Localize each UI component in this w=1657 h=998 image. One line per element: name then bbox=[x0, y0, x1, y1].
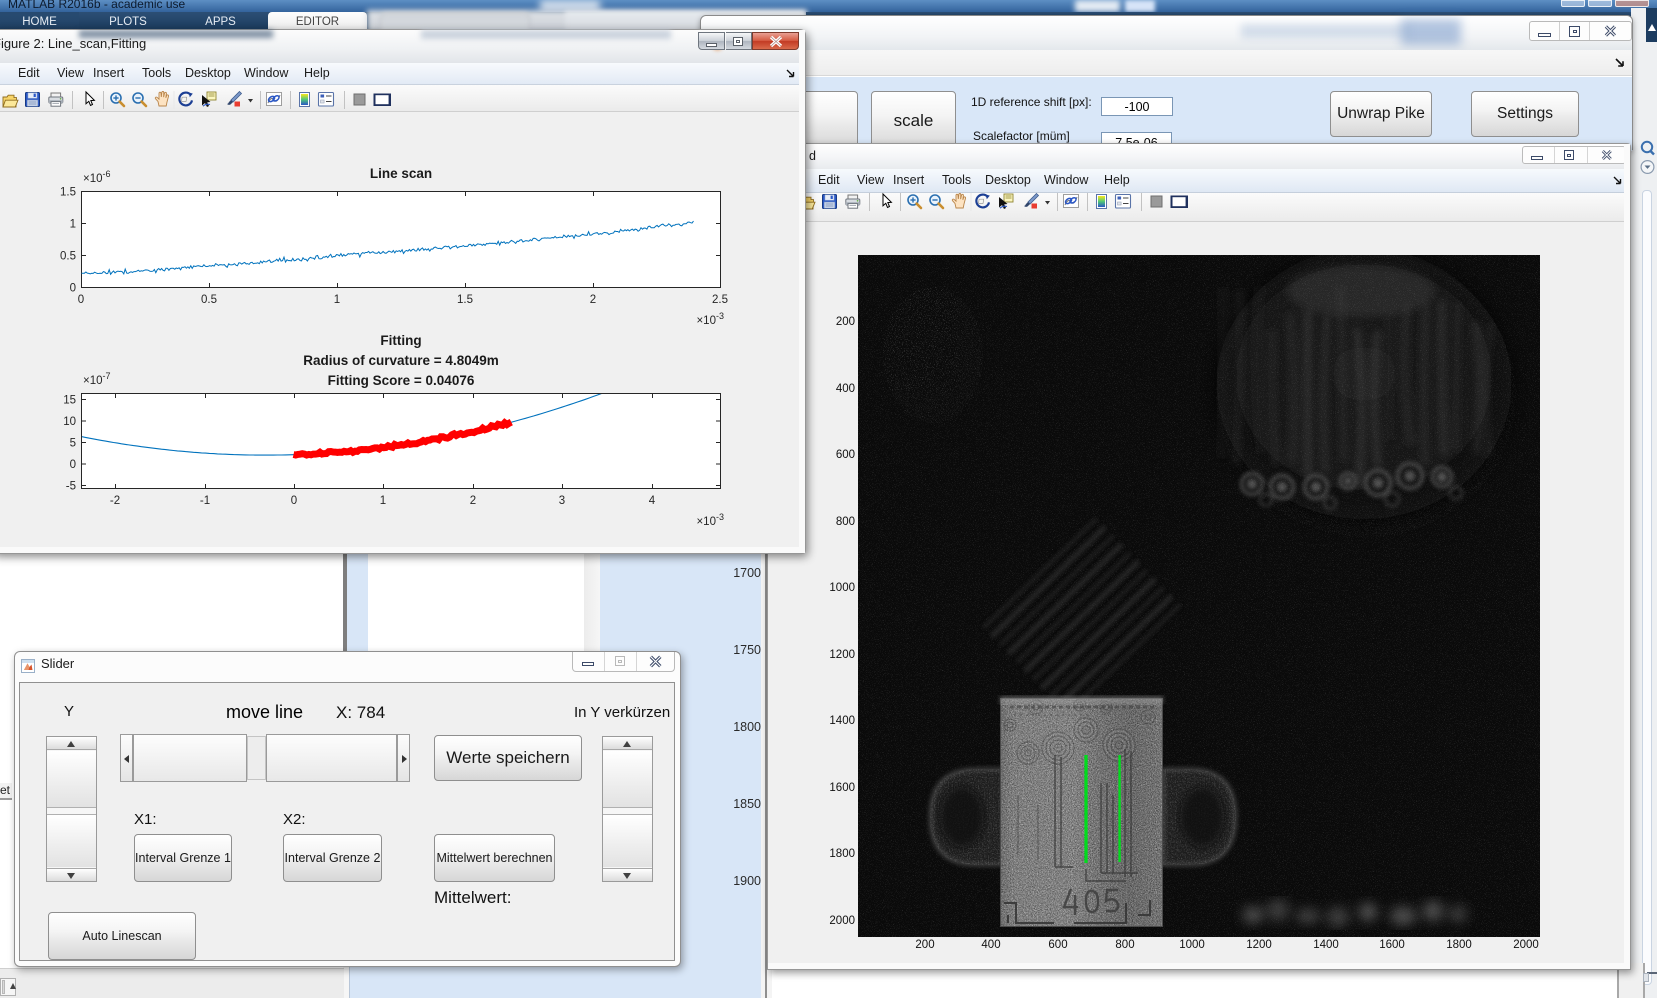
svg-text:0.5: 0.5 bbox=[60, 251, 76, 263]
svg-text:2: 2 bbox=[590, 294, 596, 306]
svg-text:4: 4 bbox=[649, 495, 656, 507]
svg-text:15: 15 bbox=[63, 395, 76, 407]
svg-text:0: 0 bbox=[291, 495, 297, 507]
svg-text:×10-3: ×10-3 bbox=[696, 311, 724, 327]
svg-text:2: 2 bbox=[470, 495, 476, 507]
svg-text:Fitting Score = 0.04076: Fitting Score = 0.04076 bbox=[328, 373, 475, 388]
svg-text:×10-6: ×10-6 bbox=[83, 169, 111, 185]
svg-text:-1: -1 bbox=[200, 495, 210, 507]
svg-text:-2: -2 bbox=[110, 495, 120, 507]
svg-text:1: 1 bbox=[380, 495, 386, 507]
svg-text:10: 10 bbox=[63, 416, 76, 428]
svg-text:1: 1 bbox=[70, 219, 76, 231]
svg-text:5: 5 bbox=[70, 438, 76, 450]
svg-text:2.5: 2.5 bbox=[712, 294, 728, 306]
svg-text:1.5: 1.5 bbox=[457, 294, 473, 306]
svg-text:0: 0 bbox=[78, 294, 84, 306]
svg-text:0: 0 bbox=[70, 283, 76, 295]
svg-text:Radius of curvature = 4.8049m: Radius of curvature = 4.8049m bbox=[303, 353, 498, 368]
svg-text:-5: -5 bbox=[66, 481, 76, 493]
svg-text:1: 1 bbox=[334, 294, 340, 306]
svg-text:×10-7: ×10-7 bbox=[83, 371, 111, 387]
svg-text:Fitting: Fitting bbox=[380, 333, 421, 348]
svg-text:Line scan: Line scan bbox=[370, 166, 432, 181]
svg-text:0: 0 bbox=[70, 459, 76, 471]
svg-text:1.5: 1.5 bbox=[60, 187, 76, 199]
svg-text:3: 3 bbox=[559, 495, 565, 507]
svg-text:0.5: 0.5 bbox=[201, 294, 217, 306]
svg-text:×10-3: ×10-3 bbox=[696, 512, 724, 528]
